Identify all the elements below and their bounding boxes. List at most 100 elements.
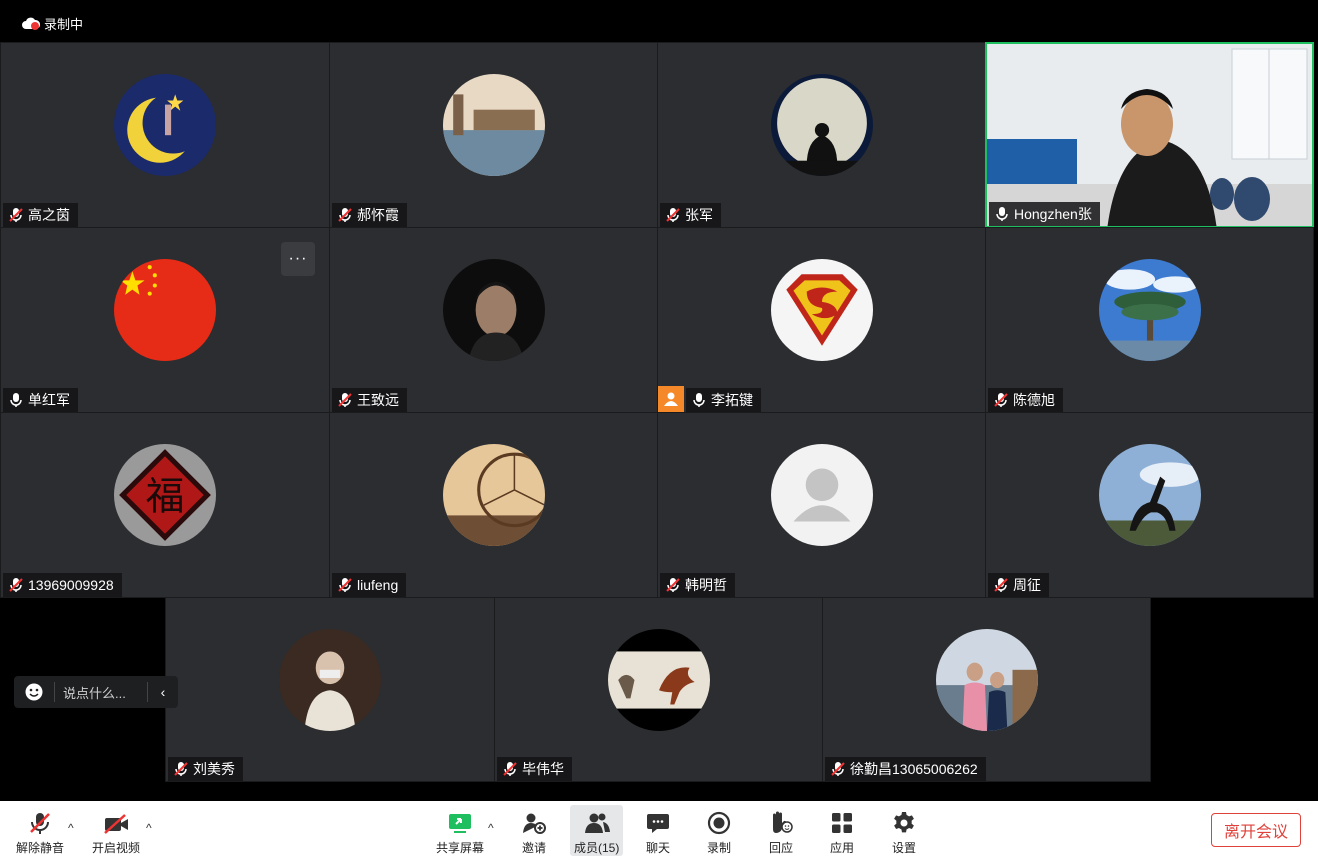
chat-label: 聊天 — [646, 841, 671, 855]
mic-on-icon — [693, 393, 705, 407]
participant-avatar — [442, 259, 545, 361]
share-options-caret[interactable]: ^ — [488, 821, 494, 835]
participant-label: liufeng — [332, 573, 407, 597]
apps-grid-icon — [832, 813, 852, 833]
meeting-toolbar: 解除静音 ^ 开启视频 ^ 共享屏幕 ^ 邀请 成员(15) 聊天 录制 回应 … — [0, 801, 1318, 860]
recording-label: 录制中 — [44, 17, 84, 32]
participant-tile[interactable]: 福 13969009928 — [0, 412, 330, 598]
participant-tile[interactable]: 郝怀霞 — [329, 42, 658, 228]
host-badge — [658, 386, 684, 412]
participant-avatar — [935, 628, 1038, 731]
participant-label: 高之茵 — [3, 203, 78, 227]
participant-tile[interactable]: 韩明哲 — [657, 412, 986, 598]
leave-meeting-button[interactable]: 离开会议 — [1211, 813, 1301, 847]
mic-muted-icon — [503, 762, 517, 776]
participant-avatar — [1098, 259, 1201, 361]
participant-label: 李拓键 — [686, 388, 761, 412]
participant-tile[interactable]: ··· 单红军 — [0, 227, 330, 413]
settings-button[interactable]: 设置 — [892, 805, 916, 856]
tile-more-button[interactable]: ··· — [281, 242, 315, 276]
chat-placeholder[interactable]: 说点什么... — [55, 682, 148, 702]
record-label: 录制 — [707, 841, 732, 855]
participant-tile[interactable]: 李拓键 — [657, 227, 986, 413]
mic-muted-icon — [994, 578, 1008, 592]
audio-options-caret[interactable]: ^ — [68, 821, 74, 835]
participant-tile[interactable]: liufeng — [329, 412, 658, 598]
invite-label: 邀请 — [522, 841, 547, 855]
participant-label: 韩明哲 — [660, 573, 735, 597]
recording-cloud-icon — [22, 17, 40, 30]
participant-name: 张军 — [685, 207, 713, 223]
participant-name: 李拓键 — [711, 392, 753, 408]
participant-tile[interactable]: 高之茵 — [0, 42, 330, 228]
chat-bubble-icon — [647, 814, 669, 833]
reactions-label: 回应 — [768, 841, 793, 855]
unmute-button[interactable]: 解除静音 — [16, 805, 64, 856]
participant-name: 韩明哲 — [685, 577, 727, 593]
mic-on-icon — [10, 393, 22, 407]
video-options-caret[interactable]: ^ — [146, 821, 152, 835]
participant-avatar — [114, 259, 216, 361]
smiley-icon — [25, 683, 43, 701]
mic-muted-icon — [9, 578, 23, 592]
participant-tile[interactable]: 毕伟华 — [494, 597, 823, 782]
participant-avatar — [442, 74, 545, 176]
participant-avatar — [1098, 444, 1201, 546]
participant-video — [987, 44, 1312, 226]
participant-avatar — [279, 628, 381, 731]
participant-name: 毕伟华 — [522, 761, 564, 777]
participant-tile[interactable]: 张军 — [657, 42, 986, 228]
participant-tile-active-speaker[interactable]: Hongzhen张 — [985, 42, 1314, 228]
participant-tile[interactable]: 刘美秀 — [165, 597, 495, 782]
participant-tile[interactable]: 周征 — [985, 412, 1314, 598]
recording-indicator: 录制中 — [22, 14, 83, 33]
participant-label: 毕伟华 — [497, 757, 572, 781]
share-screen-icon — [449, 814, 471, 833]
participant-name: 周征 — [1013, 577, 1041, 593]
chat-collapse-button[interactable]: ‹ — [148, 684, 178, 700]
add-user-icon — [523, 813, 546, 834]
emoji-button[interactable] — [14, 682, 55, 702]
invite-button[interactable]: 邀请 — [522, 805, 546, 856]
apps-label: 应用 — [830, 841, 855, 855]
mic-muted-icon — [831, 762, 845, 776]
start-video-label: 开启视频 — [92, 841, 141, 855]
host-person-icon — [664, 392, 678, 406]
participant-label: 徐勤昌13065006262 — [825, 757, 986, 781]
participant-name: 郝怀霞 — [357, 207, 399, 223]
chat-button[interactable]: 聊天 — [646, 805, 670, 856]
reactions-button[interactable]: 回应 — [768, 805, 794, 856]
svg-text:福: 福 — [146, 474, 185, 519]
participant-label: 张军 — [660, 203, 721, 227]
participant-label: 周征 — [988, 573, 1049, 597]
participant-tile[interactable]: 王致远 — [329, 227, 658, 413]
raise-hand-icon — [773, 811, 793, 833]
mic-muted-icon — [30, 813, 50, 834]
gear-icon — [894, 812, 914, 833]
participant-avatar — [770, 444, 873, 546]
start-video-button[interactable]: 开启视频 — [92, 805, 140, 856]
mic-on-icon — [996, 207, 1008, 221]
participant-name: 刘美秀 — [193, 761, 235, 777]
record-button[interactable]: 录制 — [707, 805, 731, 856]
participant-label: 郝怀霞 — [332, 203, 407, 227]
mic-muted-icon — [338, 208, 352, 222]
participant-avatar — [770, 74, 873, 176]
participant-tile[interactable]: 陈德旭 — [985, 227, 1314, 413]
participant-label: 单红军 — [3, 388, 78, 412]
share-screen-button[interactable]: 共享屏幕 — [436, 805, 484, 856]
participant-name: 王致远 — [357, 392, 399, 408]
members-button[interactable]: 成员(15) — [570, 805, 624, 856]
unmute-label: 解除静音 — [16, 841, 65, 855]
participant-name: 13969009928 — [28, 577, 114, 593]
apps-button[interactable]: 应用 — [830, 805, 854, 856]
participant-avatar — [770, 259, 873, 361]
chat-quick-input[interactable]: 说点什么... ‹ — [14, 676, 178, 708]
participant-avatar — [114, 74, 216, 176]
mic-muted-icon — [666, 578, 680, 592]
participant-name: 徐勤昌13065006262 — [850, 761, 978, 777]
mic-muted-icon — [338, 578, 352, 592]
participant-name: 单红军 — [28, 392, 70, 408]
participant-tile[interactable]: 徐勤昌13065006262 — [822, 597, 1151, 782]
record-icon — [707, 811, 731, 835]
